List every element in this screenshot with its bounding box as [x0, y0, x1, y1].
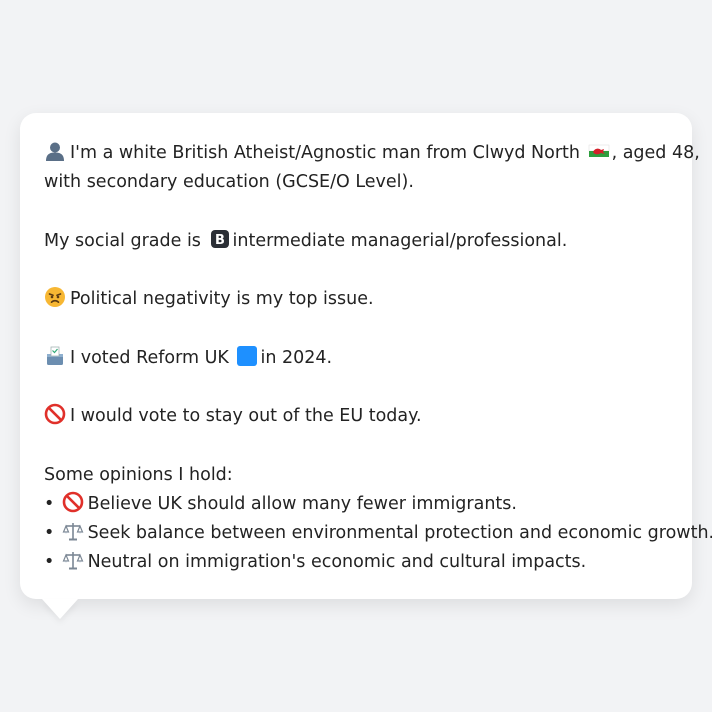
intro-line-2: with secondary education (GCSE/O Level).	[44, 172, 414, 192]
speech-bubble-tail	[42, 599, 78, 619]
social-grade-value: intermediate managerial/professional.	[232, 230, 568, 251]
ballot-box-icon	[44, 345, 66, 367]
opinion-item: • Believe UK should allow many fewer imm…	[44, 490, 668, 519]
social-grade-prefix: My social grade is	[44, 230, 201, 251]
wales-flag-icon	[588, 140, 610, 162]
top-issue-text: Political negativity is my top issue.	[70, 289, 374, 309]
top-issue-line: Political negativity is my top issue.	[44, 285, 668, 314]
intro-paragraph: I'm a white British Atheist/Agnostic man…	[44, 139, 700, 197]
intro-age: , aged 48,	[611, 143, 700, 163]
bullet: •	[44, 551, 55, 572]
opinion-text: Neutral on immigration's economic and cu…	[87, 551, 587, 572]
bust-in-silhouette-icon	[44, 140, 66, 162]
eu-paragraph: I would vote to stay out of the EU today…	[44, 402, 668, 431]
opinions-section: Some opinions I hold: • Believe UK shoul…	[44, 461, 712, 577]
opinion-item: • Neutral on immigration's economic and …	[44, 548, 668, 577]
social-grade-line: My social grade is B intermediate manage…	[44, 227, 668, 256]
angry-face-icon	[44, 286, 66, 308]
top-issue-paragraph: Political negativity is my top issue.	[44, 285, 668, 314]
bullet: •	[44, 522, 55, 543]
b-button-icon: B	[209, 228, 231, 250]
blue-square-icon	[236, 345, 258, 367]
vote-paragraph: I voted Reform UK in 2024.	[44, 344, 668, 373]
bullet: •	[44, 493, 55, 514]
scales-icon	[62, 549, 84, 571]
vote-prefix: I voted Reform UK	[70, 347, 229, 368]
no-entry-icon	[62, 491, 84, 513]
eu-text: I would vote to stay out of the EU today…	[70, 406, 422, 426]
social-grade-paragraph: My social grade is B intermediate manage…	[44, 227, 668, 256]
scales-icon	[62, 520, 84, 542]
no-entry-icon	[44, 403, 66, 425]
svg-text:B: B	[215, 233, 225, 248]
intro-text: I'm a white British Atheist/Agnostic man…	[70, 143, 580, 163]
opinion-text: Seek balance between environmental prote…	[87, 522, 712, 543]
opinions-heading: Some opinions I hold:	[44, 464, 233, 485]
persona-card: I'm a white British Atheist/Agnostic man…	[20, 113, 712, 619]
opinion-item: • Seek balance between environmental pro…	[44, 519, 712, 548]
vote-year: in 2024.	[260, 347, 333, 368]
eu-line: I would vote to stay out of the EU today…	[44, 402, 668, 431]
vote-line: I voted Reform UK in 2024.	[44, 344, 668, 373]
intro-line-1: I'm a white British Atheist/Agnostic man…	[44, 139, 700, 168]
opinion-text: Believe UK should allow many fewer immig…	[87, 493, 517, 514]
